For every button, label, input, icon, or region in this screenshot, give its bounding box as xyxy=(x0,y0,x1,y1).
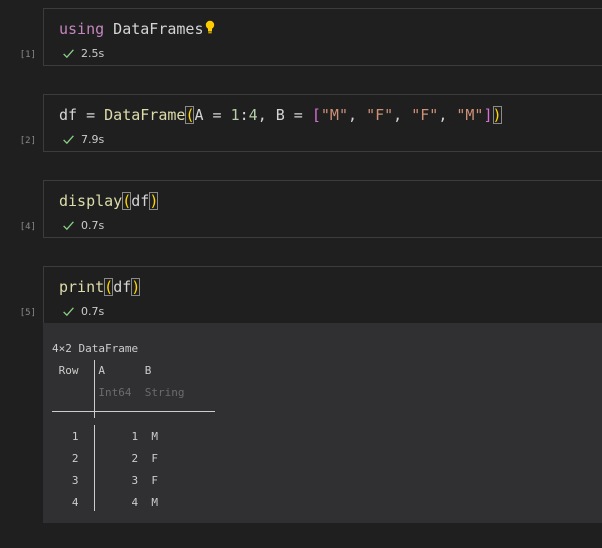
execution-count-2: [2] xyxy=(19,136,36,146)
code-editor-4[interactable]: print(df) xyxy=(59,277,141,297)
code-token: df xyxy=(113,278,132,296)
execution-time: 2.5s xyxy=(81,47,105,60)
code-token: , xyxy=(438,106,457,124)
row-index: 1 xyxy=(71,430,79,443)
execution-time: 0.7s xyxy=(81,219,105,232)
code-token: ) xyxy=(492,106,502,124)
code-token: DataFrames xyxy=(104,20,204,38)
code-token: A xyxy=(194,106,204,124)
code-token: = xyxy=(284,106,312,124)
code-token: print xyxy=(59,278,105,296)
code-editor-2[interactable]: df = DataFrame(A = 1:4, B = ["M", "F", "… xyxy=(59,105,502,125)
code-token: ] xyxy=(483,106,493,124)
code-token: : xyxy=(239,106,249,124)
code-cell-1[interactable]: using DataFrames 2.5s xyxy=(43,8,602,66)
table-header-separator xyxy=(52,411,215,412)
code-token: df xyxy=(131,192,150,210)
execution-time: 0.7s xyxy=(81,305,105,318)
code-token: , xyxy=(348,106,367,124)
output-types-row: Int64 String xyxy=(52,382,184,404)
row-column-separator xyxy=(94,425,95,511)
header-col-b: B xyxy=(144,364,152,377)
cell-b: F xyxy=(151,474,158,487)
cell-status-4: 0.7s xyxy=(62,305,104,318)
row-column-separator xyxy=(94,360,95,418)
code-token: = xyxy=(203,106,231,124)
code-cell-2[interactable]: df = DataFrame(A = 1:4, B = ["M", "F", "… xyxy=(43,94,602,152)
code-token: DataFrame xyxy=(104,106,186,124)
code-token: [ xyxy=(311,106,321,124)
code-token: "F" xyxy=(366,106,394,124)
code-token: = xyxy=(77,106,105,124)
execution-count-4: [5] xyxy=(19,308,36,318)
table-row: 3 3 F xyxy=(52,470,184,492)
output-title: 4×2 DataFrame xyxy=(52,342,139,355)
code-token: 1 xyxy=(230,106,240,124)
cell-b: M xyxy=(151,430,158,443)
check-icon xyxy=(63,135,74,145)
code-editor-3[interactable]: display(df) xyxy=(59,191,159,211)
code-cell-4[interactable]: print(df) 0.7s xyxy=(43,266,602,324)
check-icon xyxy=(63,49,74,59)
cell-b: F xyxy=(151,452,158,465)
code-token: , xyxy=(257,106,276,124)
code-token: B xyxy=(275,106,285,124)
row-index: 4 xyxy=(71,496,79,509)
table-row: 2 2 F xyxy=(52,448,184,470)
output-header-row: Row A B xyxy=(52,360,184,382)
type-col-a: Int64 xyxy=(98,386,132,399)
cell-status-3: 0.7s xyxy=(62,219,104,232)
type-col-b: String xyxy=(144,386,185,399)
code-token: "M" xyxy=(456,106,484,124)
cell-a: 4 xyxy=(131,496,139,509)
code-token: "F" xyxy=(411,106,439,124)
cell-a: 2 xyxy=(131,452,139,465)
cell-a: 1 xyxy=(131,430,139,443)
cell-status-1: 2.5s xyxy=(62,47,104,60)
code-token: ) xyxy=(131,278,141,296)
execution-count-1: [1] xyxy=(19,50,36,60)
code-token: ( xyxy=(122,192,132,210)
execution-count-3: [4] xyxy=(19,222,36,232)
row-index: 3 xyxy=(71,474,79,487)
code-token: "M" xyxy=(320,106,348,124)
code-token: , xyxy=(393,106,412,124)
code-token: df xyxy=(59,106,78,124)
code-token: ( xyxy=(104,278,114,296)
table-row: 1 1 M xyxy=(52,426,184,448)
cell-a: 3 xyxy=(131,474,139,487)
code-token: 4 xyxy=(248,106,258,124)
cell-output: 4×2 DataFrame Row A B Int64 String 1 1 M… xyxy=(43,323,602,523)
table-row: 4 4 M xyxy=(52,492,184,514)
check-icon xyxy=(63,307,74,317)
code-token: display xyxy=(59,192,123,210)
cell-b: M xyxy=(151,496,158,509)
lightbulb-icon[interactable] xyxy=(205,20,215,34)
header-col-a: A xyxy=(98,364,105,377)
cell-status-2: 7.9s xyxy=(62,133,104,146)
row-index: 2 xyxy=(71,452,79,465)
header-row-label: Row xyxy=(58,364,79,377)
code-cell-3[interactable]: display(df) 0.7s xyxy=(43,180,602,238)
code-editor-1[interactable]: using DataFrames xyxy=(59,19,215,39)
code-token: ) xyxy=(149,192,159,210)
code-token: using xyxy=(59,20,105,38)
execution-time: 7.9s xyxy=(81,133,105,146)
dataframe-text-output: 4×2 DataFrame Row A B Int64 String 1 1 M… xyxy=(52,338,184,514)
check-icon xyxy=(63,221,74,231)
